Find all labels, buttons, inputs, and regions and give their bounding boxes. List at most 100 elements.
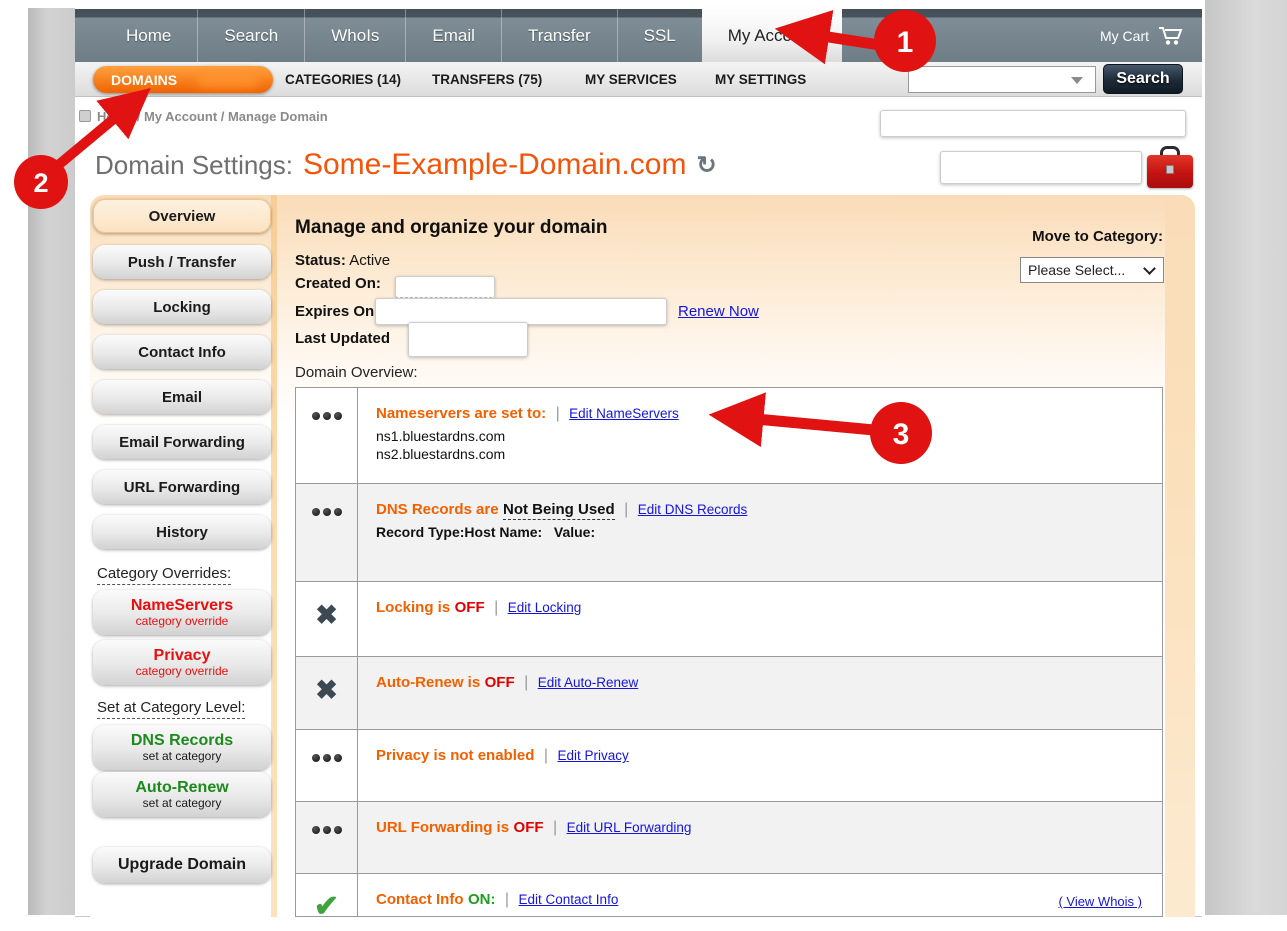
- table-row-locking: ✖ Locking is OFF | Edit Locking: [296, 581, 1162, 656]
- edit-auto-renew-link[interactable]: Edit Auto-Renew: [538, 675, 639, 690]
- nav-tab-email[interactable]: Email: [405, 9, 501, 62]
- edit-nameservers-link[interactable]: Edit NameServers: [569, 406, 679, 421]
- domain-overview-label: Domain Overview:: [295, 364, 418, 381]
- nameserver-1: ns1.bluestardns.com: [376, 428, 1144, 444]
- nav-tab-my-account[interactable]: My Account: [702, 5, 842, 62]
- row-title: DNS Records are: [376, 501, 499, 518]
- category-overrides-label: Category Overrides:: [97, 565, 231, 582]
- subnav-tab-categories[interactable]: CATEGORIES (14): [285, 62, 401, 97]
- edit-privacy-link[interactable]: Edit Privacy: [557, 748, 628, 763]
- set-at-category-label: Set at Category Level:: [97, 699, 245, 716]
- sub-navigation-bar: DOMAINS CATEGORIES (14) TRANSFERS (75) M…: [75, 62, 1202, 97]
- toolbox-lock: [1166, 165, 1174, 174]
- dns-records-category-label: DNS Records: [131, 733, 233, 750]
- my-cart-button[interactable]: My Cart: [1100, 9, 1184, 62]
- subnav-tab-my-services[interactable]: MY SERVICES: [585, 62, 677, 97]
- toolbox-icon[interactable]: [1147, 146, 1193, 192]
- nav-tab-search[interactable]: Search: [197, 9, 304, 62]
- combobox-dropdown-icon[interactable]: [1071, 77, 1083, 84]
- row-title: Privacy is not enabled: [376, 747, 534, 764]
- auto-renew-category-sublabel: set at category: [143, 797, 222, 810]
- subnav-tab-my-settings[interactable]: MY SETTINGS: [715, 62, 806, 97]
- sidebar-divider: [271, 195, 277, 917]
- dots-icon: [312, 412, 342, 483]
- x-icon: ✖: [315, 602, 338, 656]
- table-row-dns-records: DNS Records are Not Being Used | Edit DN…: [296, 483, 1162, 581]
- sidebar-item-dns-records-category[interactable]: DNS Records set at category: [93, 725, 271, 770]
- nav-tab-home[interactable]: Home: [100, 9, 197, 62]
- chevron-down-icon: [1143, 262, 1156, 275]
- x-icon: ✖: [315, 677, 338, 729]
- row-status: OFF: [485, 674, 515, 691]
- sidebar-item-history[interactable]: History: [93, 515, 271, 549]
- domain-overview-table: Nameservers are set to: | Edit NameServe…: [295, 387, 1163, 917]
- nav-tab-whois[interactable]: WhoIs: [304, 9, 405, 62]
- section-heading: Manage and organize your domain: [295, 217, 608, 239]
- domain-search-combobox[interactable]: [908, 66, 1096, 93]
- page-title-domain: Some-Example-Domain.com: [303, 148, 686, 182]
- left-margin-strip: [28, 8, 75, 915]
- redacted-domains-count: [197, 71, 259, 87]
- sidebar-item-nameservers-override[interactable]: NameServers category override: [93, 590, 271, 635]
- table-row-url-forwarding: URL Forwarding is OFF | Edit URL Forward…: [296, 801, 1162, 873]
- renew-now-link[interactable]: Renew Now: [678, 303, 759, 320]
- domains-label: DOMAINS: [111, 72, 177, 88]
- dots-icon: [312, 754, 342, 801]
- subnav-tab-domains[interactable]: DOMAINS: [93, 66, 273, 93]
- privacy-override-sublabel: category override: [136, 665, 229, 678]
- move-to-category-value: Please Select...: [1028, 262, 1125, 278]
- nameservers-override-label: NameServers: [131, 598, 233, 615]
- panel-right-strip: [1165, 195, 1195, 917]
- nav-tabs: Home Search WhoIs Email Transfer SSL My …: [100, 9, 842, 62]
- sidebar-item-privacy-override[interactable]: Privacy category override: [93, 640, 271, 685]
- subnav-tab-transfers[interactable]: TRANSFERS (75): [432, 62, 542, 97]
- edit-dns-records-link[interactable]: Edit DNS Records: [638, 502, 748, 517]
- nav-tab-transfer[interactable]: Transfer: [501, 9, 617, 62]
- sidebar-item-push-transfer[interactable]: Push / Transfer: [93, 245, 271, 279]
- dns-record-headers: Record Type:Host Name: Value:: [376, 524, 1144, 540]
- check-icon: ✔: [314, 892, 339, 917]
- row-status: OFF: [514, 819, 544, 836]
- sidebar-item-url-forwarding[interactable]: URL Forwarding: [93, 470, 271, 504]
- row-title: Nameservers are set to:: [376, 405, 546, 422]
- sidebar-item-email[interactable]: Email: [93, 380, 271, 414]
- screen: Home Search WhoIs Email Transfer SSL My …: [0, 0, 1287, 931]
- nameservers-override-sublabel: category override: [136, 615, 229, 628]
- edit-contact-info-link[interactable]: Edit Contact Info: [519, 892, 619, 907]
- right-margin-strip: [1205, 0, 1287, 915]
- page-title-prefix: Domain Settings:: [95, 150, 293, 181]
- redacted-updated-date: [408, 322, 528, 357]
- move-to-category-select[interactable]: Please Select...: [1020, 257, 1164, 283]
- nav-tab-ssl[interactable]: SSL: [617, 9, 702, 62]
- row-title: Locking is: [376, 599, 450, 616]
- dots-icon: [312, 826, 342, 873]
- redacted-expires-date: [375, 298, 667, 325]
- my-cart-label: My Cart: [1100, 28, 1149, 44]
- dots-icon: [312, 508, 342, 581]
- table-row-contact-info: ✔ Contact Info ON: | Edit Contact Info (…: [296, 873, 1162, 917]
- redacted-created-date: [395, 276, 495, 298]
- sidebar-item-auto-renew-category[interactable]: Auto-Renew set at category: [93, 772, 271, 817]
- refresh-icon[interactable]: ↻: [696, 151, 716, 180]
- move-to-category-label: Move to Category:: [1032, 228, 1163, 245]
- sidebar-item-overview[interactable]: Overview: [93, 199, 271, 233]
- breadcrumb[interactable]: Home / My Account / Manage Domain: [97, 109, 328, 124]
- edit-locking-link[interactable]: Edit Locking: [508, 600, 582, 615]
- table-row-auto-renew: ✖ Auto-Renew is OFF | Edit Auto-Renew: [296, 656, 1162, 729]
- page-title: Domain Settings: Some-Example-Domain.com…: [95, 148, 717, 182]
- row-title: Contact Info: [376, 891, 464, 908]
- last-updated-label: Last Updated: [295, 330, 390, 347]
- upgrade-domain-button[interactable]: Upgrade Domain: [93, 847, 271, 883]
- sidebar-item-email-forwarding[interactable]: Email Forwarding: [93, 425, 271, 459]
- top-navigation-bar: Home Search WhoIs Email Transfer SSL My …: [75, 9, 1202, 62]
- row-status: OFF: [455, 599, 485, 616]
- sidebar-item-locking[interactable]: Locking: [93, 290, 271, 324]
- sidebar-item-contact-info[interactable]: Contact Info: [93, 335, 271, 369]
- edit-url-forwarding-link[interactable]: Edit URL Forwarding: [567, 820, 692, 835]
- redacted-domain-field: [940, 151, 1142, 184]
- row-status: Not Being Used: [503, 501, 615, 520]
- view-whois-link[interactable]: ( View Whois ): [1058, 894, 1142, 909]
- search-button[interactable]: Search: [1103, 64, 1183, 94]
- cart-icon: [1158, 26, 1184, 46]
- breadcrumb-home-icon: [79, 110, 91, 122]
